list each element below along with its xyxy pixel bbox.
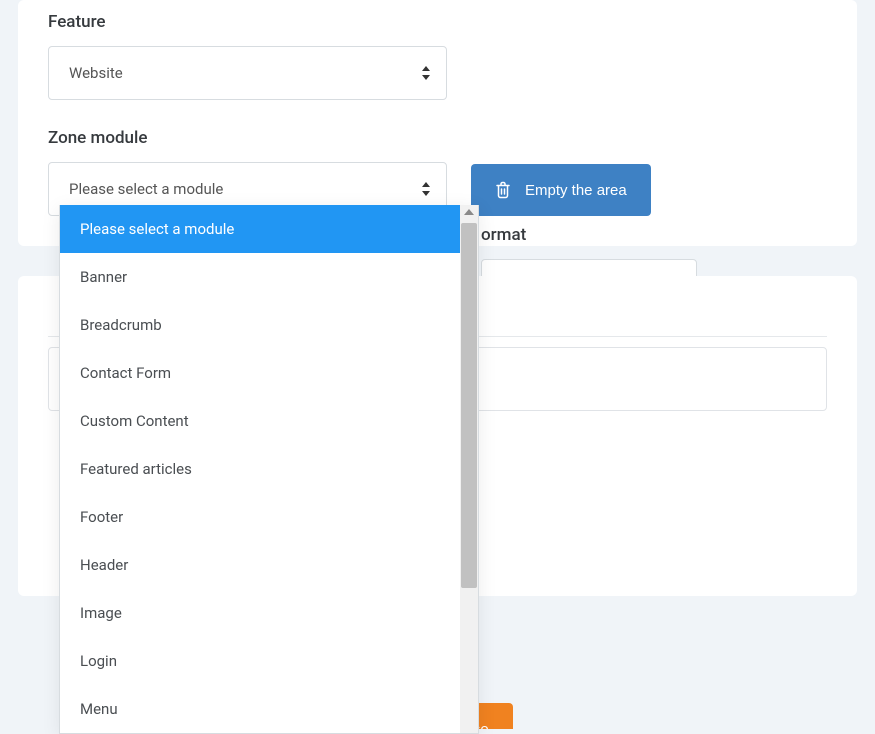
dropdown-item-login[interactable]: Login <box>60 637 460 685</box>
dropdown-item-image[interactable]: Image <box>60 589 460 637</box>
zone-module-label: Zone module <box>48 128 827 148</box>
dropdown-item-featured-articles[interactable]: Featured articles <box>60 445 460 493</box>
chevron-sort-icon <box>422 66 432 80</box>
empty-area-button-label: Empty the area <box>525 182 627 199</box>
feature-select[interactable]: Website <box>48 46 447 100</box>
zone-module-dropdown: Please select a module Banner Breadcrumb… <box>59 205 479 734</box>
chevron-sort-icon <box>422 182 432 196</box>
title-format-label-suffix: ormat <box>481 225 697 245</box>
zone-module-field: Zone module Please select a module Empty… <box>48 128 827 216</box>
trash-icon <box>495 181 511 199</box>
dropdown-scrollbar[interactable] <box>460 205 478 733</box>
dropdown-item-contact-form[interactable]: Contact Form <box>60 349 460 397</box>
scrollbar-thumb[interactable] <box>461 223 477 588</box>
dropdown-item-footer[interactable]: Footer <box>60 493 460 541</box>
zone-module-dropdown-list: Please select a module Banner Breadcrumb… <box>60 205 460 733</box>
form-card-top: Feature Website Zone module Please selec… <box>18 0 857 246</box>
dropdown-item-banner[interactable]: Banner <box>60 253 460 301</box>
feature-select-value: Website <box>69 64 123 82</box>
dropdown-item-menu[interactable]: Menu <box>60 685 460 733</box>
dropdown-item-custom-content[interactable]: Custom Content <box>60 397 460 445</box>
feature-field: Feature Website <box>48 12 827 100</box>
zone-module-select-value: Please select a module <box>69 180 223 198</box>
dropdown-item-header[interactable]: Header <box>60 541 460 589</box>
scrollbar-arrow-up-icon <box>464 209 474 215</box>
dropdown-item-placeholder[interactable]: Please select a module <box>60 205 460 253</box>
empty-area-button[interactable]: Empty the area <box>471 164 651 216</box>
dropdown-item-breadcrumb[interactable]: Breadcrumb <box>60 301 460 349</box>
feature-label: Feature <box>48 12 827 32</box>
